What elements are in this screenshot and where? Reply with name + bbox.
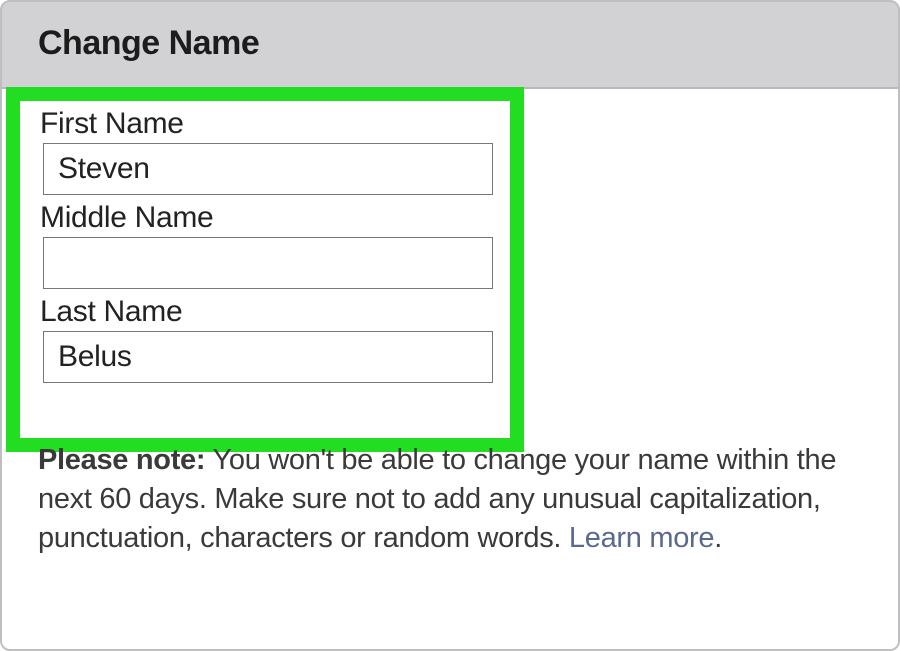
panel-content: First Name Middle Name Last Name Please … — [2, 89, 898, 649]
last-name-label: Last Name — [38, 295, 518, 329]
panel-header: Change Name — [2, 2, 898, 89]
first-name-input[interactable] — [43, 143, 493, 195]
learn-more-link[interactable]: Learn more — [569, 522, 714, 554]
note-period: . — [714, 522, 722, 554]
note-section: Please note: You won't be able to change… — [38, 441, 862, 558]
first-name-label: First Name — [38, 107, 518, 141]
name-form: First Name Middle Name Last Name — [38, 89, 518, 383]
last-name-input[interactable] — [43, 331, 493, 383]
last-name-group: Last Name — [38, 295, 518, 383]
note-bold-prefix: Please note: — [38, 444, 205, 476]
page-title: Change Name — [38, 24, 862, 63]
middle-name-input[interactable] — [43, 237, 493, 289]
middle-name-label: Middle Name — [38, 201, 518, 235]
note-text: Please note: You won't be able to change… — [38, 441, 852, 558]
middle-name-group: Middle Name — [38, 201, 518, 289]
first-name-group: First Name — [38, 107, 518, 195]
change-name-panel: Change Name First Name Middle Name Last … — [0, 0, 900, 651]
